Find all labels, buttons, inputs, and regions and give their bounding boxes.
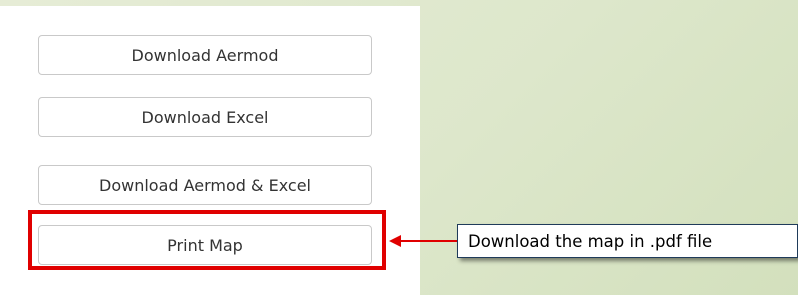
print-map-callout: Download the map in .pdf file xyxy=(457,224,798,258)
callout-text: Download the map in .pdf file xyxy=(468,231,713,251)
download-aermod-excel-button[interactable]: Download Aermod & Excel xyxy=(38,165,372,205)
download-excel-button[interactable]: Download Excel xyxy=(38,97,372,137)
callout-arrow-head-icon xyxy=(389,235,401,247)
print-map-highlight-box xyxy=(28,210,386,270)
callout-arrow-line xyxy=(400,240,458,242)
download-aermod-button[interactable]: Download Aermod xyxy=(38,35,372,75)
